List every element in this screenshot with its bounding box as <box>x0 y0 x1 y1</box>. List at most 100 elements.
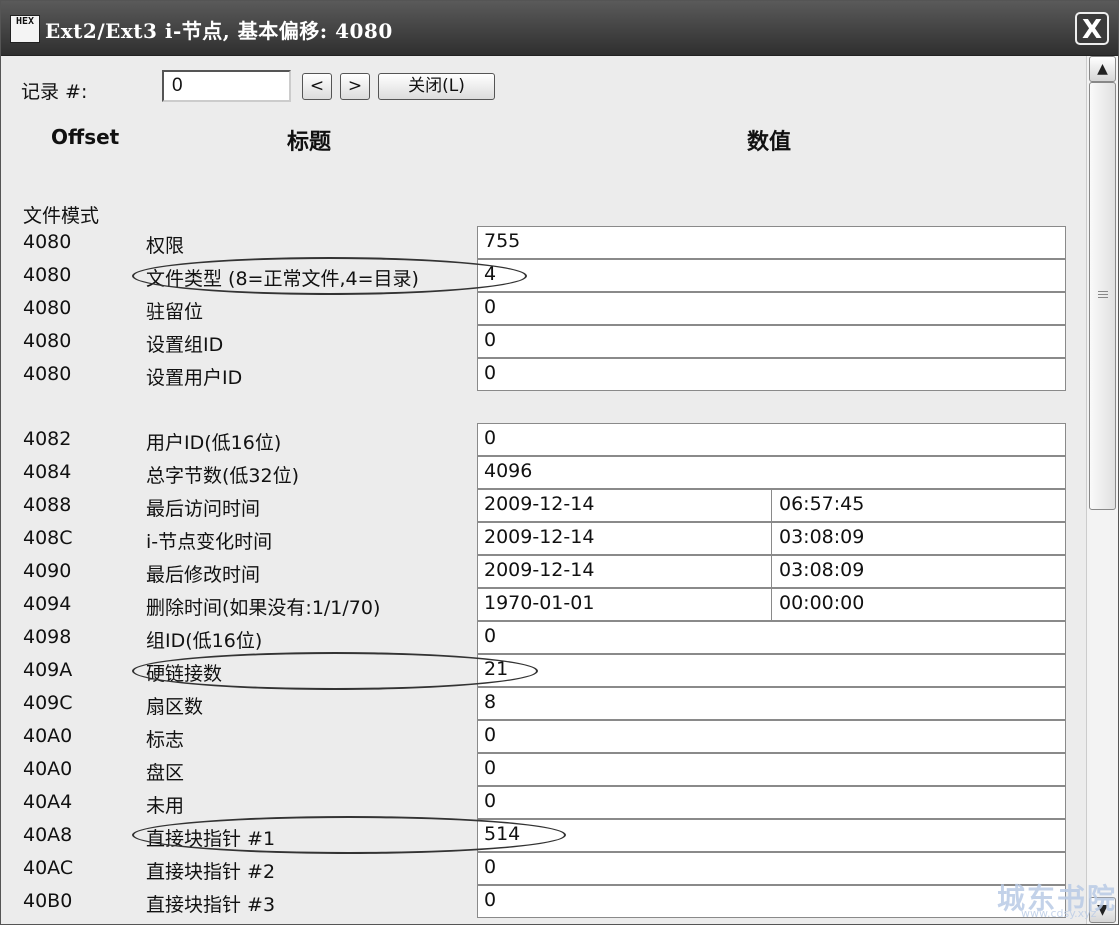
row-title: 文件类型 (8=正常文件,4=目录) <box>146 268 419 290</box>
row-value[interactable]: 0 <box>477 292 1066 325</box>
row-offset: 40AC <box>23 857 74 879</box>
inode-field-row: 409A 硬链接数 21 <box>1 654 1086 687</box>
row-date-value[interactable]: 2009-12-14 <box>477 555 772 588</box>
row-title: 驻留位 <box>146 301 204 323</box>
row-value[interactable]: 0 <box>477 423 1066 456</box>
row-time-value[interactable]: 00:00:00 <box>771 588 1066 621</box>
hex-app-icon: HEX <box>10 15 40 43</box>
row-value[interactable]: 514 <box>477 819 1066 852</box>
row-offset: 4080 <box>23 363 72 385</box>
row-offset: 4084 <box>23 461 72 483</box>
row-offset: 409A <box>23 659 73 681</box>
prev-record-button[interactable]: < <box>302 73 332 100</box>
scroll-thumb[interactable] <box>1089 82 1116 510</box>
row-title: 设置组ID <box>146 334 224 356</box>
window-close-button[interactable]: X <box>1075 12 1109 45</box>
inode-field-row: 4098 组ID(低16位) 0 <box>1 621 1086 654</box>
row-offset: 4080 <box>23 297 72 319</box>
row-offset: 4094 <box>23 593 72 615</box>
row-title: 盘区 <box>146 762 185 784</box>
row-value[interactable]: 0 <box>477 325 1066 358</box>
row-offset: 4080 <box>23 231 72 253</box>
row-value[interactable]: 4096 <box>477 456 1066 489</box>
row-offset: 40B0 <box>23 890 73 912</box>
row-title: 直接块指针 #1 <box>146 828 276 850</box>
row-title: 总字节数(低32位) <box>146 465 300 487</box>
record-label: 记录 #: <box>21 81 88 103</box>
watermark-url: www.cdsy.xyz <box>1021 907 1097 920</box>
row-value[interactable]: 0 <box>477 885 1066 918</box>
inode-field-row: 4080 文件类型 (8=正常文件,4=目录) 4 <box>1 259 1086 292</box>
row-date-value[interactable]: 2009-12-14 <box>477 489 772 522</box>
vertical-scrollbar[interactable]: ▲ ▼ <box>1086 56 1118 924</box>
row-offset: 4088 <box>23 494 72 516</box>
dialog-content: 记录 #: < > 关闭(L) Offset 标题 数值 文件模式 4080 权… <box>1 56 1086 924</box>
row-time-value[interactable]: 06:57:45 <box>771 489 1066 522</box>
row-offset: 409C <box>23 692 73 714</box>
row-title: 最后访问时间 <box>146 498 261 520</box>
row-time-value[interactable]: 03:08:09 <box>771 555 1066 588</box>
inode-field-row: 40A0 盘区 0 <box>1 753 1086 786</box>
inode-field-row: 4084 总字节数(低32位) 4096 <box>1 456 1086 489</box>
row-value[interactable]: 0 <box>477 720 1066 753</box>
inode-field-row: 4080 设置组ID 0 <box>1 325 1086 358</box>
next-record-button[interactable]: > <box>340 73 370 100</box>
row-title: 删除时间(如果没有:1/1/70) <box>146 597 381 619</box>
row-title: 设置用户ID <box>146 367 243 389</box>
row-title: 用户ID(低16位) <box>146 432 282 454</box>
row-value[interactable]: 8 <box>477 687 1066 720</box>
row-offset: 4080 <box>23 264 72 286</box>
row-value[interactable]: 4 <box>477 259 1066 292</box>
row-value[interactable]: 21 <box>477 654 1066 687</box>
window-title: Ext2/Ext3 i-节点, 基本偏移: 4080 <box>45 19 393 43</box>
inode-field-row: 40AC 直接块指针 #2 0 <box>1 852 1086 885</box>
row-offset: 408C <box>23 527 73 549</box>
section-file-mode: 文件模式 <box>23 205 100 227</box>
row-offset: 4080 <box>23 330 72 352</box>
row-value[interactable]: 0 <box>477 852 1066 885</box>
row-value[interactable]: 0 <box>477 621 1066 654</box>
row-title: 最后修改时间 <box>146 564 261 586</box>
row-offset: 4090 <box>23 560 72 582</box>
title-column-header: 标题 <box>287 130 332 155</box>
close-button[interactable]: 关闭(L) <box>378 73 495 100</box>
row-value[interactable]: 0 <box>477 358 1066 391</box>
row-title: 直接块指针 #2 <box>146 861 276 883</box>
inode-dialog-window: HEX Ext2/Ext3 i-节点, 基本偏移: 4080 X 记录 #: <… <box>0 0 1119 925</box>
inode-field-row: 409C 扇区数 8 <box>1 687 1086 720</box>
inode-field-row: 40A4 未用 0 <box>1 786 1086 819</box>
inode-field-row: 40A8 直接块指针 #1 514 <box>1 819 1086 852</box>
offset-column-header: Offset <box>51 125 120 149</box>
row-title: 未用 <box>146 795 185 817</box>
row-value[interactable]: 0 <box>477 753 1066 786</box>
row-title: 扇区数 <box>146 696 204 718</box>
value-column-header: 数值 <box>747 130 792 155</box>
row-offset: 4082 <box>23 428 72 450</box>
row-date-value[interactable]: 2009-12-14 <box>477 522 772 555</box>
row-title: 硬链接数 <box>146 663 223 685</box>
row-title: 组ID(低16位) <box>146 630 263 652</box>
inode-field-row: 4088 最后访问时间 2009-12-14 06:57:45 <box>1 489 1086 522</box>
record-number-input[interactable] <box>162 70 291 102</box>
row-time-value[interactable]: 03:08:09 <box>771 522 1066 555</box>
row-date-value[interactable]: 1970-01-01 <box>477 588 772 621</box>
inode-field-row: 4080 设置用户ID 0 <box>1 358 1086 391</box>
row-offset: 40A0 <box>23 758 73 780</box>
inode-field-row: 408C i-节点变化时间 2009-12-14 03:08:09 <box>1 522 1086 555</box>
row-title: i-节点变化时间 <box>146 531 273 553</box>
scroll-up-icon[interactable]: ▲ <box>1089 56 1116 82</box>
inode-field-row: 4080 权限 755 <box>1 226 1086 259</box>
row-offset: 4098 <box>23 626 72 648</box>
inode-field-row: 4082 用户ID(低16位) 0 <box>1 423 1086 456</box>
row-value[interactable]: 0 <box>477 786 1066 819</box>
row-title: 标志 <box>146 729 185 751</box>
row-title: 权限 <box>146 235 185 257</box>
inode-field-row: 4090 最后修改时间 2009-12-14 03:08:09 <box>1 555 1086 588</box>
inode-field-row: 4094 删除时间(如果没有:1/1/70) 1970-01-01 00:00:… <box>1 588 1086 621</box>
row-value[interactable]: 755 <box>477 226 1066 259</box>
row-title: 直接块指针 #3 <box>146 894 276 916</box>
title-bar[interactable]: HEX Ext2/Ext3 i-节点, 基本偏移: 4080 X <box>1 1 1118 56</box>
inode-field-row: 4080 驻留位 0 <box>1 292 1086 325</box>
row-offset: 40A4 <box>23 791 73 813</box>
inode-field-row: 40B0 直接块指针 #3 0 <box>1 885 1086 918</box>
